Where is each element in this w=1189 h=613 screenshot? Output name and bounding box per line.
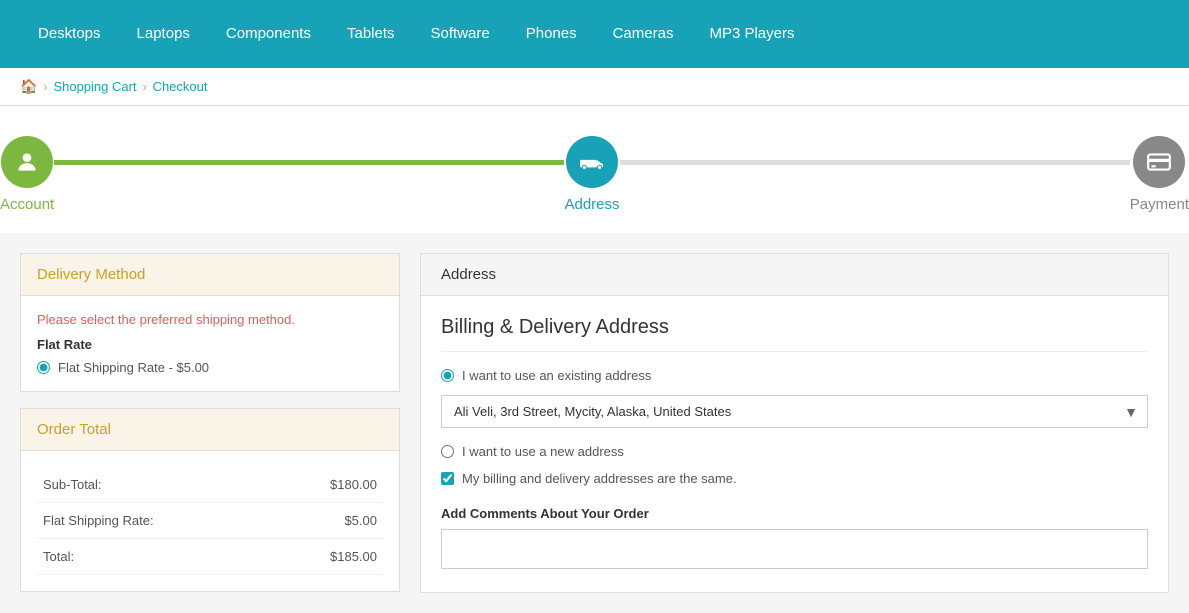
shipping-radio[interactable] — [37, 361, 50, 374]
address-select-wrapper: Ali Veli, 3rd Street, Mycity, Alaska, Un… — [441, 395, 1148, 428]
nav-desktops[interactable]: Desktops — [20, 0, 119, 68]
nav-laptops[interactable]: Laptops — [119, 0, 208, 68]
address-select[interactable]: Ali Veli, 3rd Street, Mycity, Alaska, Un… — [441, 395, 1148, 428]
order-total-header: Order Total — [21, 409, 399, 451]
table-row: Total: $185.00 — [37, 539, 383, 575]
breadcrumb-sep-2: › — [143, 80, 147, 94]
comments-label: Add Comments About Your Order — [441, 506, 1148, 521]
existing-address-radio[interactable] — [441, 369, 454, 382]
step-payment-circle — [1133, 136, 1185, 188]
step-connector-2 — [620, 160, 1130, 165]
step-connector-1 — [54, 160, 564, 165]
table-row: Sub-Total: $180.00 — [37, 467, 383, 503]
order-total-body: Sub-Total: $180.00 Flat Shipping Rate: $… — [21, 451, 399, 591]
same-address-option[interactable]: My billing and delivery addresses are th… — [441, 471, 1148, 486]
breadcrumb-shopping-cart[interactable]: Shopping Cart — [53, 79, 136, 94]
nav-components[interactable]: Components — [208, 0, 329, 68]
billing-title: Billing & Delivery Address — [441, 316, 1148, 352]
step-payment-label: Payment — [1130, 196, 1189, 213]
step-payment: Payment — [1130, 136, 1189, 213]
existing-address-option[interactable]: I want to use an existing address — [441, 368, 1148, 383]
delivery-method-body: Please select the preferred shipping met… — [21, 296, 399, 391]
shipping-warning: Please select the preferred shipping met… — [37, 312, 383, 327]
same-address-checkbox[interactable] — [441, 472, 454, 485]
new-address-radio[interactable] — [441, 445, 454, 458]
total-value: $185.00 — [271, 539, 383, 575]
home-icon[interactable]: 🏠 — [20, 78, 37, 95]
breadcrumb-checkout: Checkout — [153, 79, 208, 94]
subtotal-label: Sub-Total: — [37, 467, 271, 503]
step-account-label: Account — [0, 196, 54, 213]
shipping-name: Flat Rate — [37, 337, 383, 352]
checkout-stepper: Account Address Payment — [0, 106, 1189, 233]
step-address-circle — [566, 136, 618, 188]
left-panel: Delivery Method Please select the prefer… — [20, 253, 400, 593]
new-address-label: I want to use a new address — [462, 444, 624, 459]
nav-phones[interactable]: Phones — [508, 0, 595, 68]
order-total-table: Sub-Total: $180.00 Flat Shipping Rate: $… — [37, 467, 383, 575]
step-address-label: Address — [564, 196, 619, 213]
subtotal-value: $180.00 — [271, 467, 383, 503]
breadcrumb: 🏠 › Shopping Cart › Checkout — [0, 68, 1189, 106]
main-nav: Desktops Laptops Components Tablets Soft… — [0, 0, 1189, 68]
main-content: Delivery Method Please select the prefer… — [0, 233, 1189, 613]
shipping-label: Flat Shipping Rate: — [37, 503, 271, 539]
comments-textarea[interactable] — [441, 529, 1148, 569]
address-card-header: Address — [421, 254, 1168, 296]
address-card: Address Billing & Delivery Address I wan… — [420, 253, 1169, 593]
nav-software[interactable]: Software — [413, 0, 508, 68]
same-address-label: My billing and delivery addresses are th… — [462, 471, 737, 486]
table-row: Flat Shipping Rate: $5.00 — [37, 503, 383, 539]
existing-address-label: I want to use an existing address — [462, 368, 651, 383]
delivery-method-card: Delivery Method Please select the prefer… — [20, 253, 400, 392]
address-card-body: Billing & Delivery Address I want to use… — [421, 296, 1168, 592]
nav-tablets[interactable]: Tablets — [329, 0, 413, 68]
nav-cameras[interactable]: Cameras — [595, 0, 692, 68]
order-total-card: Order Total Sub-Total: $180.00 Flat Ship… — [20, 408, 400, 592]
step-account: Account — [0, 136, 54, 213]
total-label: Total: — [37, 539, 271, 575]
right-panel: Address Billing & Delivery Address I wan… — [420, 253, 1169, 593]
shipping-option[interactable]: Flat Shipping Rate - $5.00 — [37, 360, 383, 375]
shipping-option-label: Flat Shipping Rate - $5.00 — [58, 360, 209, 375]
breadcrumb-sep-1: › — [43, 80, 47, 94]
nav-mp3players[interactable]: MP3 Players — [691, 0, 812, 68]
new-address-option[interactable]: I want to use a new address — [441, 444, 1148, 459]
shipping-value: $5.00 — [271, 503, 383, 539]
step-account-circle — [1, 136, 53, 188]
delivery-method-header: Delivery Method — [21, 254, 399, 296]
step-address: Address — [564, 136, 619, 213]
